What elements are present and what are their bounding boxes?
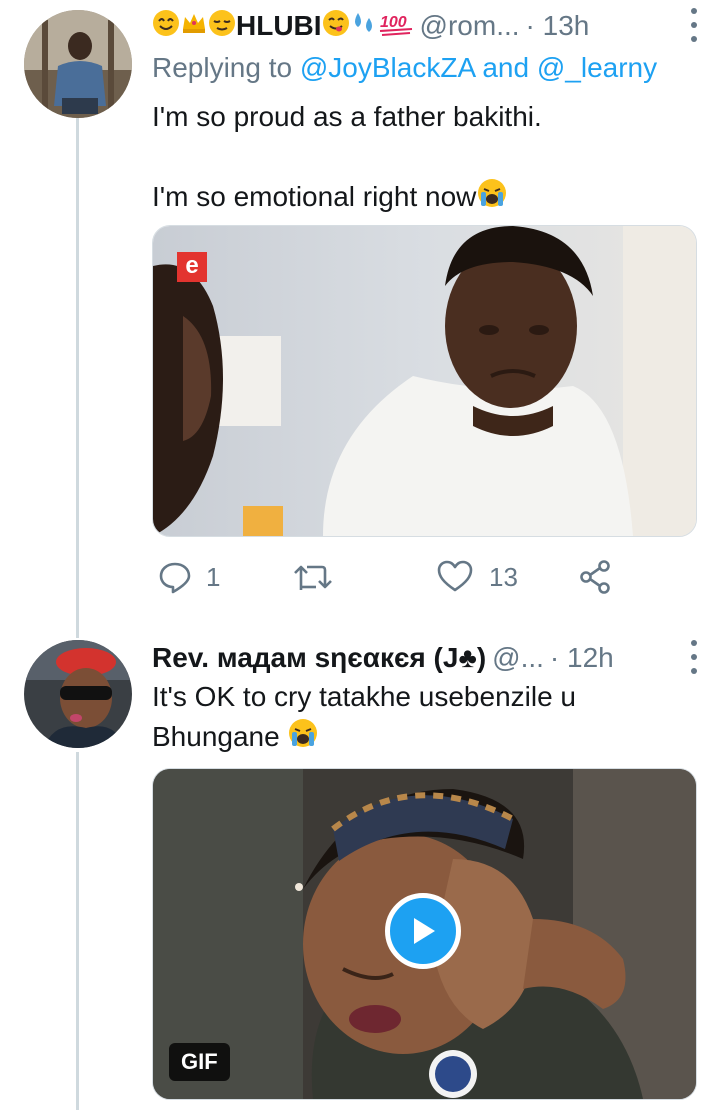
- tweet-time[interactable]: · 13h: [526, 10, 590, 42]
- retweet-icon: [294, 565, 332, 590]
- tweet-gif[interactable]: GIF: [152, 768, 697, 1100]
- relieved-face-emoji: [208, 9, 236, 44]
- tweet-text-line-2: Bhungane: [152, 721, 280, 752]
- crown-emoji: [180, 9, 208, 44]
- tweet-image[interactable]: e: [152, 225, 697, 537]
- tweet-header: Rev. мадам ѕηєαкєя (J♣) @... · 12h: [152, 638, 700, 678]
- avatar-hlubi[interactable]: [24, 10, 132, 118]
- like-count: 13: [489, 561, 518, 592]
- tweet-text: I'm so proud as a father bakithi. I'm so…: [152, 97, 542, 220]
- svg-text:100: 100: [380, 14, 407, 31]
- smiling-face-emoji: [152, 9, 180, 44]
- channel-logo-badge: e: [177, 252, 207, 282]
- thread-line-1: [76, 118, 79, 638]
- share-button[interactable]: [579, 555, 611, 599]
- tweet-time[interactable]: · 12h: [550, 642, 614, 674]
- tweet-actions: 1 13: [152, 555, 652, 599]
- play-button[interactable]: [385, 893, 461, 969]
- tweet-header: HLUBI 100 @rom... · 13h: [152, 6, 700, 46]
- display-name[interactable]: HLUBI: [236, 10, 322, 42]
- replying-prefix: Replying to: [152, 52, 293, 83]
- replying-to: Replying to @JoyBlackZA and @_learny: [152, 52, 657, 84]
- reply-count: 1: [206, 561, 221, 592]
- gif-badge: GIF: [169, 1043, 230, 1081]
- reply-mention-joyblackza[interactable]: @JoyBlackZA: [300, 52, 475, 83]
- more-icon[interactable]: [688, 8, 700, 42]
- tweet-text: It's OK to cry tatakhe usebenzile u Bhun…: [152, 677, 576, 760]
- yum-face-emoji: [322, 9, 350, 44]
- hundred-points-emoji: 100: [378, 9, 414, 44]
- display-name[interactable]: Rev. мадам ѕηєαкєя (J♣): [152, 642, 486, 674]
- thread-line-2: [76, 752, 79, 1110]
- reply-icon: [159, 562, 191, 594]
- play-icon: [414, 918, 435, 944]
- crying-face-emoji: [476, 177, 508, 220]
- tweet-text-line-1: I'm so proud as a father bakithi.: [152, 101, 542, 132]
- like-button[interactable]: 13: [437, 555, 518, 599]
- user-handle[interactable]: @rom...: [420, 10, 520, 42]
- tweet-text-line-2: I'm so emotional right now: [152, 181, 477, 212]
- retweet-button[interactable]: [292, 555, 348, 599]
- share-icon: [580, 560, 610, 594]
- crying-face-emoji: [287, 717, 319, 760]
- reply-button[interactable]: 1: [158, 555, 220, 599]
- user-handle[interactable]: @...: [492, 642, 544, 674]
- reply-mention-learny[interactable]: @_learny: [537, 52, 657, 83]
- more-icon[interactable]: [688, 640, 700, 674]
- like-icon: [437, 560, 473, 592]
- tweet-text-line-1: It's OK to cry tatakhe usebenzile u: [152, 681, 577, 712]
- avatar-rev-madam-sneakers[interactable]: [24, 640, 132, 748]
- sweat-droplets-emoji: [350, 9, 378, 44]
- reply-and: and: [482, 52, 530, 83]
